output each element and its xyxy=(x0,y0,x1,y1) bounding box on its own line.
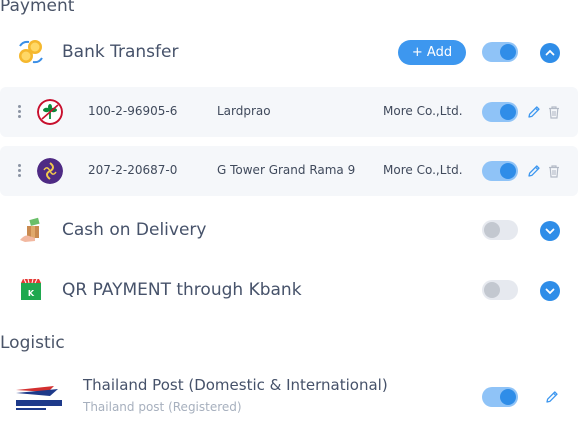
logistic-name: Thailand Post (Domestic & International) xyxy=(83,376,388,394)
qr-payment-expand-button[interactable] xyxy=(540,281,560,301)
edit-pencil-icon[interactable] xyxy=(544,389,560,405)
account-toggle[interactable] xyxy=(482,161,518,181)
drag-handle-icon[interactable] xyxy=(18,105,22,119)
cash-on-delivery-expand-button[interactable] xyxy=(540,221,560,241)
bank-transfer-collapse-button[interactable] xyxy=(540,43,560,63)
chevron-down-icon xyxy=(545,288,555,295)
chevron-up-icon xyxy=(545,49,555,56)
logistic-section-title: Logistic xyxy=(0,333,65,353)
account-name: More Co.,Ltd. xyxy=(383,163,463,177)
scb-bank-logo-icon xyxy=(37,158,63,184)
trash-icon[interactable] xyxy=(546,163,562,179)
account-number: 100-2-96905-6 xyxy=(88,104,178,118)
chevron-down-icon xyxy=(545,228,555,235)
logistic-subtitle: Thailand post (Registered) xyxy=(83,400,242,414)
account-name: More Co.,Ltd. xyxy=(383,104,463,118)
svg-text:K: K xyxy=(28,289,35,298)
kbank-qr-icon: K xyxy=(21,278,41,300)
trash-icon[interactable] xyxy=(546,104,562,120)
bank-account-row: 100-2-96905-6 Lardprao More Co.,Ltd. xyxy=(0,87,578,137)
qr-payment-toggle[interactable] xyxy=(482,280,518,300)
bank-transfer-toggle[interactable] xyxy=(482,42,518,62)
payment-section-title: Payment xyxy=(0,0,75,16)
drag-handle-icon[interactable] xyxy=(18,164,22,178)
bank-account-row: 207-2-20687-0 G Tower Grand Rama 9 More … xyxy=(0,146,578,196)
account-branch: Lardprao xyxy=(217,104,271,118)
edit-pencil-icon[interactable] xyxy=(526,104,542,120)
cash-on-delivery-toggle[interactable] xyxy=(482,220,518,240)
qr-payment-label: QR PAYMENT through Kbank xyxy=(62,280,302,300)
kasikorn-bank-logo-icon xyxy=(37,99,63,125)
cash-on-delivery-label: Cash on Delivery xyxy=(62,220,207,240)
account-toggle[interactable] xyxy=(482,102,518,122)
edit-pencil-icon[interactable] xyxy=(526,163,542,179)
logistic-toggle[interactable] xyxy=(482,387,518,407)
coins-icon xyxy=(19,40,43,64)
cash-delivery-icon xyxy=(20,217,40,242)
add-bank-account-button[interactable]: + Add xyxy=(398,40,466,65)
account-number: 207-2-20687-0 xyxy=(88,163,178,177)
thailand-post-logo xyxy=(16,386,62,410)
account-branch: G Tower Grand Rama 9 xyxy=(217,163,356,177)
bank-transfer-label: Bank Transfer xyxy=(62,42,179,62)
